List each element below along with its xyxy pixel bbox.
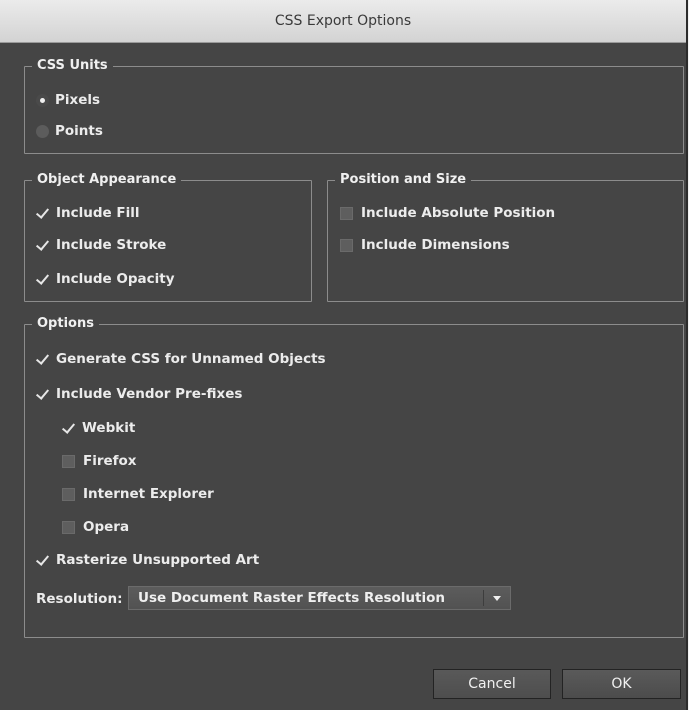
position-size-legend: Position and Size bbox=[340, 172, 467, 187]
include-dimensions-label: Include Dimensions bbox=[361, 237, 510, 253]
ok-button-label: OK bbox=[611, 676, 632, 692]
checkbox-empty-icon bbox=[340, 206, 353, 220]
rasterize-unsupported-art-checkbox[interactable]: Rasterize Unsupported Art bbox=[36, 550, 259, 570]
window-title: CSS Export Options bbox=[0, 0, 686, 43]
checkmark-icon bbox=[36, 238, 50, 252]
options-legend: Options bbox=[37, 316, 94, 331]
chevron-down-icon bbox=[493, 596, 501, 601]
include-dimensions-checkbox[interactable]: Include Dimensions bbox=[340, 235, 510, 255]
firefox-checkbox[interactable]: Firefox bbox=[62, 451, 137, 471]
include-absolute-position-checkbox[interactable]: Include Absolute Position bbox=[340, 203, 555, 223]
resolution-select[interactable]: Use Document Raster Effects Resolution bbox=[128, 586, 511, 610]
cancel-button-label: Cancel bbox=[468, 676, 516, 692]
checkmark-icon bbox=[36, 387, 50, 401]
css-units-legend: CSS Units bbox=[37, 58, 108, 73]
radio-pixels-label: Pixels bbox=[55, 92, 101, 108]
webkit-checkbox[interactable]: Webkit bbox=[62, 418, 135, 438]
include-opacity-checkbox[interactable]: Include Opacity bbox=[36, 269, 175, 289]
radio-selected-icon bbox=[36, 93, 49, 107]
include-vendor-prefixes-checkbox[interactable]: Include Vendor Pre-fixes bbox=[36, 384, 242, 404]
include-fill-label: Include Fill bbox=[56, 205, 140, 221]
resolution-select-value: Use Document Raster Effects Resolution bbox=[138, 590, 446, 606]
ok-button[interactable]: OK bbox=[562, 669, 681, 699]
checkbox-empty-icon bbox=[340, 238, 353, 252]
include-stroke-checkbox[interactable]: Include Stroke bbox=[36, 235, 166, 255]
resolution-label: Resolution: bbox=[36, 591, 123, 607]
checkmark-icon bbox=[36, 553, 50, 567]
object-appearance-legend: Object Appearance bbox=[37, 172, 177, 187]
include-absolute-position-label: Include Absolute Position bbox=[361, 205, 556, 221]
checkbox-empty-icon bbox=[62, 487, 75, 501]
firefox-label: Firefox bbox=[83, 453, 137, 469]
generate-css-unnamed-label: Generate CSS for Unnamed Objects bbox=[56, 351, 326, 367]
rasterize-unsupported-art-label: Rasterize Unsupported Art bbox=[56, 552, 260, 568]
generate-css-unnamed-checkbox[interactable]: Generate CSS for Unnamed Objects bbox=[36, 349, 326, 369]
opera-label: Opera bbox=[83, 519, 130, 535]
include-stroke-label: Include Stroke bbox=[56, 237, 167, 253]
webkit-label: Webkit bbox=[82, 420, 136, 436]
checkbox-empty-icon bbox=[62, 520, 75, 534]
checkmark-icon bbox=[36, 352, 50, 366]
checkbox-empty-icon bbox=[62, 454, 75, 468]
internet-explorer-checkbox[interactable]: Internet Explorer bbox=[62, 484, 214, 504]
include-vendor-prefixes-label: Include Vendor Pre-fixes bbox=[56, 386, 243, 402]
radio-points[interactable]: Points bbox=[36, 121, 103, 141]
include-opacity-label: Include Opacity bbox=[56, 271, 175, 287]
css-export-options-dialog: CSS Export Options CSS Units Pixels Poin… bbox=[0, 0, 688, 710]
internet-explorer-label: Internet Explorer bbox=[83, 486, 214, 502]
radio-pixels[interactable]: Pixels bbox=[36, 90, 100, 110]
checkmark-icon bbox=[36, 272, 50, 286]
checkmark-icon bbox=[62, 421, 76, 435]
include-fill-checkbox[interactable]: Include Fill bbox=[36, 203, 140, 223]
select-divider bbox=[483, 590, 484, 606]
checkmark-icon bbox=[36, 206, 50, 220]
radio-unselected-icon bbox=[36, 124, 49, 138]
css-units-group: CSS Units bbox=[24, 58, 684, 154]
radio-points-label: Points bbox=[55, 123, 103, 139]
opera-checkbox[interactable]: Opera bbox=[62, 517, 129, 537]
cancel-button[interactable]: Cancel bbox=[433, 669, 551, 699]
